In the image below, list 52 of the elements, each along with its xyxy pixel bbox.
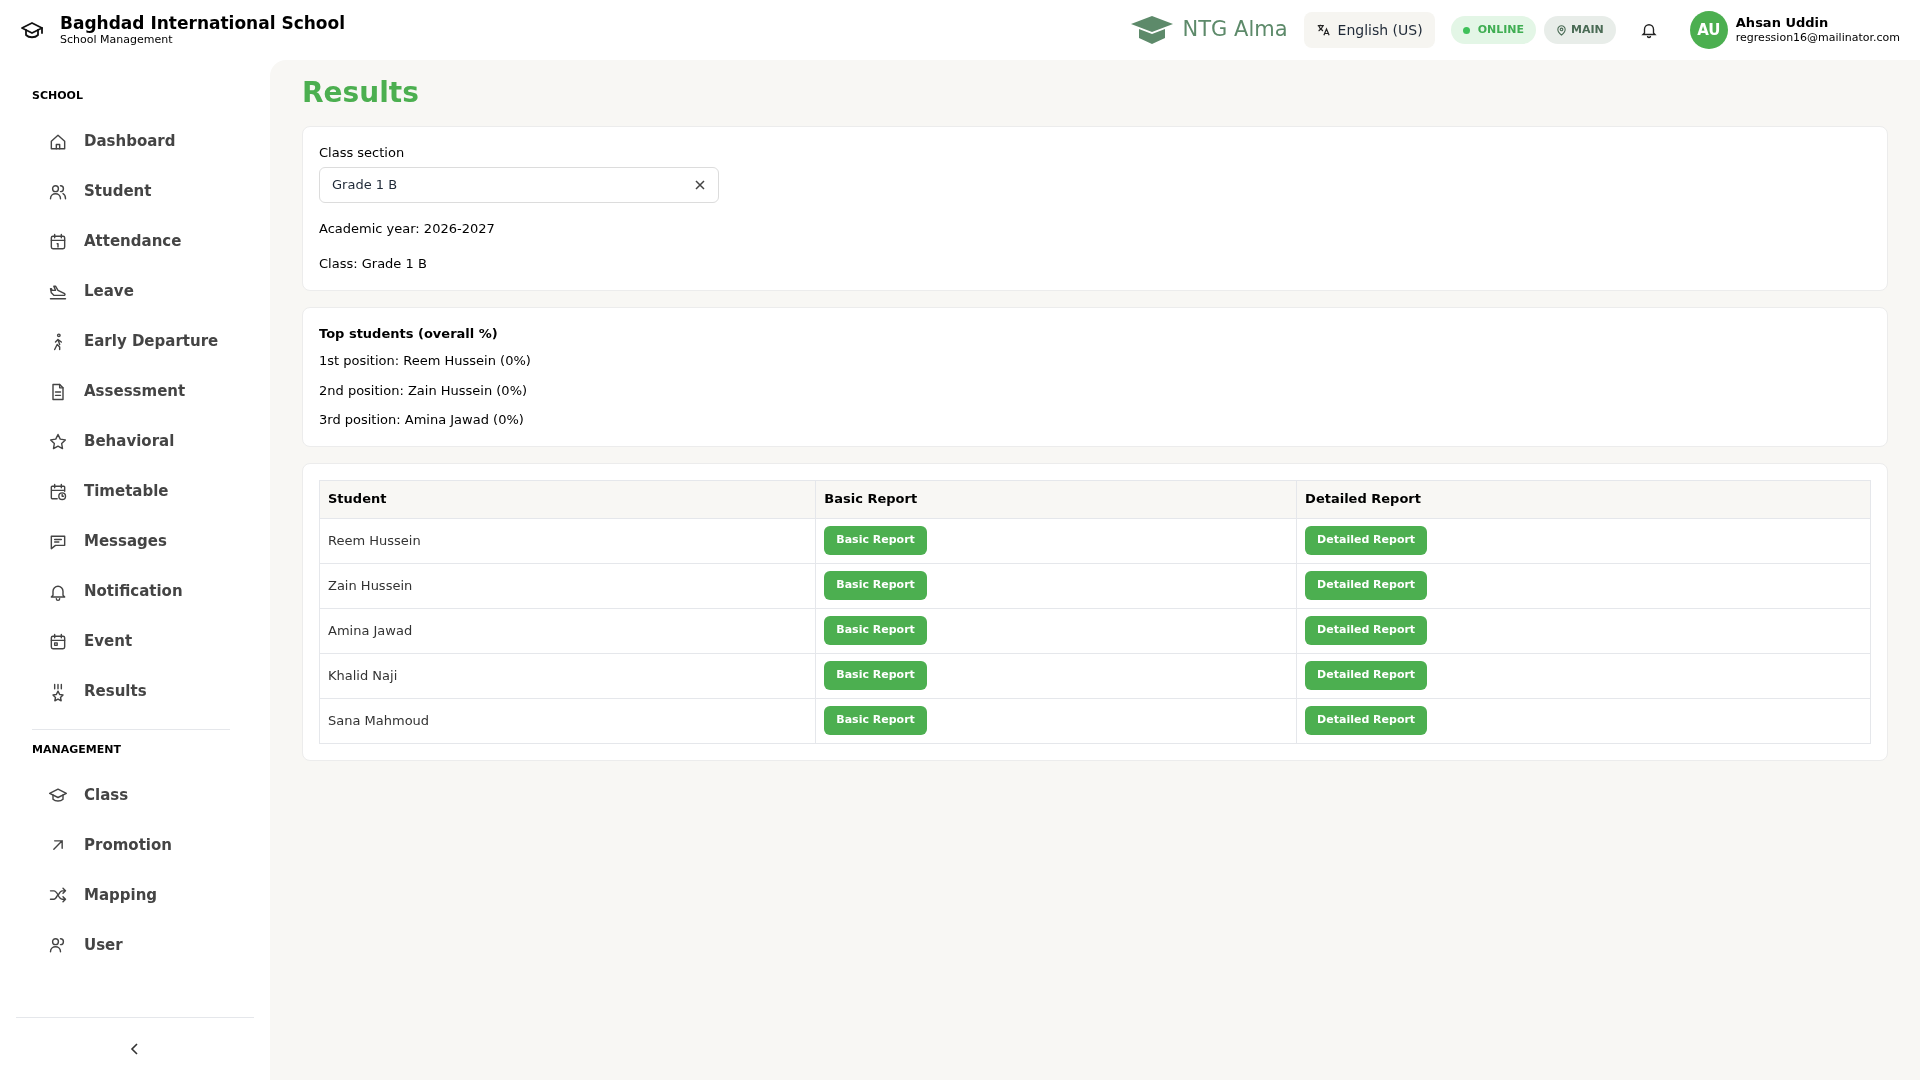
sidebar-item[interactable]: Assessment (32, 366, 254, 417)
field-label: Class section (319, 144, 406, 162)
user-email: regression16@mailinator.com (1735, 31, 1900, 45)
class-text: Class: Grade 1 B (319, 255, 428, 273)
branch-badge: MAIN (1544, 16, 1616, 44)
online-badge: ONLINE (1450, 16, 1537, 44)
page-title: Results (302, 75, 420, 111)
student-name-cell: Zain Hussein (319, 563, 816, 608)
sidebar-item[interactable]: Results (32, 666, 254, 717)
location-pin-icon (1556, 24, 1568, 36)
school-name: Baghdad International School (60, 15, 346, 32)
student-name-cell: Sana Mahmoud (319, 698, 816, 743)
language-button[interactable]: English (US) (1303, 12, 1435, 48)
student-name-cell: Amina Jawad (319, 608, 816, 653)
star-icon (48, 431, 68, 452)
section-heading: MANAGEMENT (32, 741, 122, 758)
user-name: Ahsan Uddin (1735, 15, 1830, 32)
sidebar-item[interactable]: Timetable (32, 466, 254, 517)
sidebar-item[interactable]: Attendance (32, 216, 254, 267)
top-student-line: 1st position: Reem Hussein (0%) (319, 352, 532, 370)
top-student-line: 2nd position: Zain Hussein (0%) (319, 381, 529, 400)
calendar-clock-icon (48, 481, 68, 502)
sidebar-item[interactable]: Event (32, 616, 254, 667)
student-name-cell: Reem Hussein (319, 518, 816, 563)
column-header: Detailed Report (1296, 480, 1871, 518)
translate-icon (1315, 23, 1330, 37)
sidebar-item[interactable]: Dashboard (32, 116, 254, 167)
sidebar-item[interactable]: Class (32, 770, 254, 820)
sidebar-item[interactable]: Messages (32, 516, 254, 567)
class-section-field[interactable]: Grade 1 B (319, 166, 719, 203)
sidebar-item[interactable]: Leave (32, 266, 254, 317)
sidebar-item[interactable]: Early Departure (32, 316, 254, 367)
academic-year-text: Academic year: 2026-2027 (319, 219, 496, 238)
notification-bell-icon[interactable] (1639, 21, 1658, 39)
sidebar-item[interactable]: Mapping (32, 870, 254, 920)
section-heading: SCHOOL (32, 88, 84, 104)
sidebar-item[interactable]: Notification (32, 566, 254, 617)
sidebar-item[interactable]: Behavioral (32, 416, 254, 467)
sidebar-item[interactable]: Student (32, 166, 254, 217)
student-name-cell: Khalid Naji (319, 653, 816, 698)
brand-name: NTG Alma (1182, 16, 1288, 44)
column-header: Basic Report (815, 480, 1297, 518)
sidebar-item[interactable]: User (32, 920, 254, 970)
column-header: Student (319, 480, 816, 518)
clear-icon[interactable] (694, 178, 706, 191)
top-students-title: Top students (overall %) (319, 324, 499, 343)
school-subtitle: School Management (60, 34, 174, 45)
calendar-icon (48, 231, 68, 252)
calendar-icon (48, 631, 68, 652)
top-student-line: 3rd position: Amina Jawad (0%) (319, 411, 525, 429)
sidebar-item[interactable]: Promotion (32, 820, 254, 870)
shuffle-icon (48, 885, 68, 905)
